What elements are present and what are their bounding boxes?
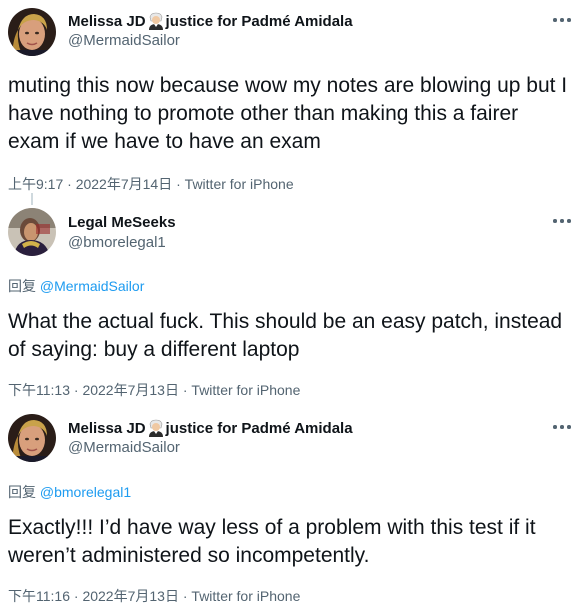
meta-separator: · <box>182 588 188 604</box>
meta-separator: · <box>73 382 79 398</box>
tweet-text: muting this now because wow my notes are… <box>8 74 568 153</box>
user-handle[interactable]: @bmorelegal1 <box>68 234 166 251</box>
avatar[interactable] <box>8 208 56 256</box>
display-name-text: Melissa JD <box>68 419 146 437</box>
tweet-date[interactable]: 2022年7月14日 <box>76 176 173 192</box>
more-options-icon[interactable] <box>553 421 573 433</box>
tweet-source[interactable]: Twitter for iPhone <box>191 382 300 398</box>
user-handle[interactable]: @MermaidSailor <box>68 32 180 49</box>
tweet-time[interactable]: 上午9:17 <box>8 176 63 192</box>
reply-prefix: 回复 <box>8 484 36 500</box>
tweet-date[interactable]: 2022年7月13日 <box>82 382 179 398</box>
more-options-icon[interactable] <box>553 14 573 26</box>
tweet-source[interactable]: Twitter for iPhone <box>191 588 300 604</box>
tweet-time[interactable]: 下午11:16 <box>8 588 70 604</box>
tweet-date[interactable]: 2022年7月13日 <box>82 588 179 604</box>
tweet-meta: 下午11:13 · 2022年7月13日 · Twitter for iPhon… <box>8 380 300 400</box>
tweet-text: What the actual fuck. This should be an … <box>8 310 563 361</box>
tweet-text: Exactly!!! I’d have way less of a proble… <box>8 516 536 567</box>
reply-to-handle[interactable]: @bmorelegal1 <box>40 484 131 500</box>
avatar[interactable] <box>8 8 56 56</box>
reply-to-handle[interactable]: @MermaidSailor <box>40 278 144 294</box>
user-handle[interactable]: @MermaidSailor <box>68 439 180 456</box>
display-name-suffix: justice for Padmé Amidala <box>165 12 353 30</box>
display-name[interactable]: Melissa JD justice for Padmé Amidala <box>68 419 353 437</box>
meta-separator: · <box>176 176 181 192</box>
reply-context: 回复 @bmorelegal1 <box>8 482 131 502</box>
display-name-text: Melissa JD <box>68 12 146 30</box>
display-name-suffix: justice for Padmé Amidala <box>165 419 353 437</box>
display-name-text: Legal MeSeeks <box>68 214 176 231</box>
more-options-icon[interactable] <box>553 215 573 227</box>
tweet-meta: 下午11:16 · 2022年7月13日 · Twitter for iPhon… <box>8 586 300 606</box>
display-name[interactable]: Melissa JD justice for Padmé Amidala <box>68 12 353 30</box>
display-name[interactable]: Legal MeSeeks <box>68 214 176 231</box>
meta-separator: · <box>67 176 72 192</box>
tweet-time[interactable]: 下午11:13 <box>8 382 70 398</box>
thread-connector <box>31 193 33 205</box>
judge-emoji-icon <box>147 12 165 30</box>
reply-context: 回复 @MermaidSailor <box>8 276 144 296</box>
avatar[interactable] <box>8 414 56 462</box>
meta-separator: · <box>73 588 79 604</box>
judge-emoji-icon <box>147 419 165 437</box>
tweet-meta: 上午9:17 · 2022年7月14日 · Twitter for iPhone <box>8 174 294 194</box>
tweet-source[interactable]: Twitter for iPhone <box>185 176 294 192</box>
meta-separator: · <box>182 382 188 398</box>
reply-prefix: 回复 <box>8 278 36 294</box>
